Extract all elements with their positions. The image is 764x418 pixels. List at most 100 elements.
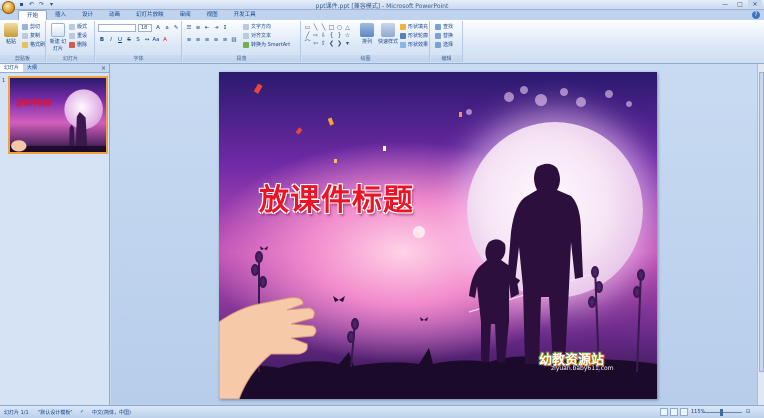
- paste-button[interactable]: 粘贴: [2, 23, 20, 45]
- slide-number: 1: [2, 78, 6, 84]
- font-grow-row: A a ✎: [154, 24, 180, 32]
- arrow-shape-icon[interactable]: ⇨: [312, 32, 319, 39]
- select-button[interactable]: 选择: [435, 41, 453, 49]
- slide[interactable]: 放课件标题 幼教资源站 ziyuan.baby611.com: [219, 72, 657, 399]
- grow-font-icon[interactable]: A: [154, 24, 162, 32]
- smartart-button[interactable]: 转换为 SmartArt: [243, 41, 290, 49]
- distribute-icon[interactable]: ≡: [221, 36, 229, 44]
- numbering-icon[interactable]: ≡: [194, 24, 202, 32]
- decrease-indent-icon[interactable]: ⇤: [203, 24, 211, 32]
- font-size-combo[interactable]: 18: [138, 24, 152, 32]
- office-button[interactable]: [2, 1, 15, 14]
- underline-icon[interactable]: U: [116, 36, 124, 44]
- copy-button[interactable]: 复制: [22, 32, 40, 40]
- slideshow-view-button[interactable]: [680, 408, 688, 416]
- char-spacing-icon[interactable]: ↔: [143, 36, 151, 44]
- align-left-icon[interactable]: ≡: [185, 36, 193, 44]
- curve-shape-icon[interactable]: ⌒: [304, 40, 311, 47]
- new-slide-button[interactable]: 新建 幻灯片: [49, 23, 67, 52]
- scrollbar-thumb[interactable]: [759, 72, 764, 372]
- star-shape-icon[interactable]: ☆: [344, 32, 351, 39]
- delete-slide-button[interactable]: 删除: [69, 41, 87, 49]
- align-text-button[interactable]: 对齐文本: [243, 32, 271, 40]
- triangle-shape-icon[interactable]: △: [344, 24, 351, 31]
- font-name-combo[interactable]: [98, 24, 136, 32]
- line-shape-icon[interactable]: ╲: [312, 24, 319, 31]
- help-icon[interactable]: ?: [752, 11, 760, 19]
- close-icon[interactable]: ✕: [748, 0, 762, 9]
- language[interactable]: 中文(简体，中国): [92, 409, 131, 416]
- spell-check-icon[interactable]: ✓: [80, 409, 84, 415]
- tab-developer[interactable]: 开发工具: [226, 10, 264, 20]
- rect-shape-icon[interactable]: □: [328, 24, 335, 31]
- shape-effects-button[interactable]: 形状效果: [400, 41, 428, 49]
- tab-home[interactable]: 开始: [18, 10, 48, 20]
- line-shape-icon[interactable]: ╱: [304, 32, 311, 39]
- columns-icon[interactable]: ▥: [230, 36, 238, 44]
- find-button[interactable]: 查找: [435, 23, 453, 31]
- align-right-icon[interactable]: ≡: [203, 36, 211, 44]
- tab-slides-pane[interactable]: 幻灯片: [0, 64, 24, 72]
- effects-icon: [400, 41, 406, 48]
- arrow-shape-icon[interactable]: ⇩: [320, 32, 327, 39]
- fit-to-window-icon[interactable]: ⊡: [746, 409, 750, 415]
- maximize-icon[interactable]: □: [733, 0, 747, 9]
- tab-design[interactable]: 设计: [74, 10, 101, 20]
- oval-shape-icon[interactable]: ○: [336, 24, 343, 31]
- clear-format-icon[interactable]: ✎: [172, 24, 180, 32]
- bold-icon[interactable]: B: [98, 36, 106, 44]
- shrink-font-icon[interactable]: a: [163, 24, 171, 32]
- line-spacing-icon[interactable]: ↕: [221, 24, 229, 32]
- close-pane-icon[interactable]: ×: [101, 64, 109, 72]
- format-painter-button[interactable]: 格式刷: [22, 41, 45, 49]
- status-bar: 幻灯片 1/1 "默认设计模板" ✓ 中文(简体，中国) 115% ⊡: [0, 405, 764, 418]
- zoom-slider-thumb[interactable]: [720, 409, 723, 416]
- thumbnail-title: 放课件标题: [16, 99, 51, 107]
- normal-view-button[interactable]: [660, 408, 668, 416]
- slide-sorter-view-button[interactable]: [670, 408, 678, 416]
- increase-indent-icon[interactable]: ⇥: [212, 24, 220, 32]
- tab-review[interactable]: 审阅: [172, 10, 199, 20]
- arrow-shape-icon[interactable]: ⇧: [320, 40, 327, 47]
- tab-view[interactable]: 视图: [199, 10, 226, 20]
- arrange-button[interactable]: 排列: [358, 23, 376, 45]
- group-editing: 查找 替换 选择 编辑: [431, 21, 463, 62]
- chevron-shape-icon[interactable]: ❯: [336, 40, 343, 47]
- align-center-icon[interactable]: ≡: [194, 36, 202, 44]
- vertical-scrollbar[interactable]: [757, 64, 764, 405]
- justify-icon[interactable]: ≡: [212, 36, 220, 44]
- reset-button[interactable]: 重设: [69, 32, 87, 40]
- brace-shape-icon[interactable]: }: [336, 32, 343, 39]
- font-color-icon[interactable]: A: [161, 36, 169, 44]
- replace-button[interactable]: 替换: [435, 32, 453, 40]
- arrow-shape-icon[interactable]: ⇦: [312, 40, 319, 47]
- tab-animations[interactable]: 动画: [101, 10, 128, 20]
- tab-insert[interactable]: 插入: [47, 10, 74, 20]
- line-shape-icon[interactable]: ╲: [320, 24, 327, 31]
- group-label-font: 字体: [96, 55, 181, 62]
- shape-fill-button[interactable]: 形状填充: [400, 23, 428, 31]
- chevron-shape-icon[interactable]: ❮: [328, 40, 335, 47]
- smartart-icon: [243, 41, 249, 48]
- shadow-icon[interactable]: S: [134, 36, 142, 44]
- brace-shape-icon[interactable]: {: [328, 32, 335, 39]
- layout-button[interactable]: 版式: [69, 23, 87, 31]
- group-label-editing: 编辑: [431, 55, 462, 62]
- change-case-icon[interactable]: Aa: [152, 36, 160, 44]
- textbox-shape-icon[interactable]: ▭: [304, 24, 311, 31]
- italic-icon[interactable]: I: [107, 36, 115, 44]
- shape-outline-button[interactable]: 形状轮廓: [400, 32, 428, 40]
- bullets-icon[interactable]: ☰: [185, 24, 193, 32]
- quick-styles-button[interactable]: 快速样式: [378, 23, 398, 45]
- theme-name: "默认设计模板": [38, 410, 73, 416]
- tab-outline-pane[interactable]: 大纲: [23, 64, 41, 72]
- more-shapes-icon[interactable]: ▾: [344, 40, 351, 47]
- text-direction-button[interactable]: 文字方向: [243, 23, 271, 31]
- slide-title[interactable]: 放课件标题: [259, 175, 414, 219]
- paste-icon: [4, 23, 18, 37]
- cut-button[interactable]: 剪切: [22, 23, 40, 31]
- slide-thumbnail[interactable]: 放课件标题: [8, 76, 108, 154]
- strikethrough-icon[interactable]: S: [125, 36, 133, 44]
- tab-slideshow[interactable]: 幻灯片放映: [128, 10, 172, 20]
- minimize-icon[interactable]: —: [718, 0, 732, 9]
